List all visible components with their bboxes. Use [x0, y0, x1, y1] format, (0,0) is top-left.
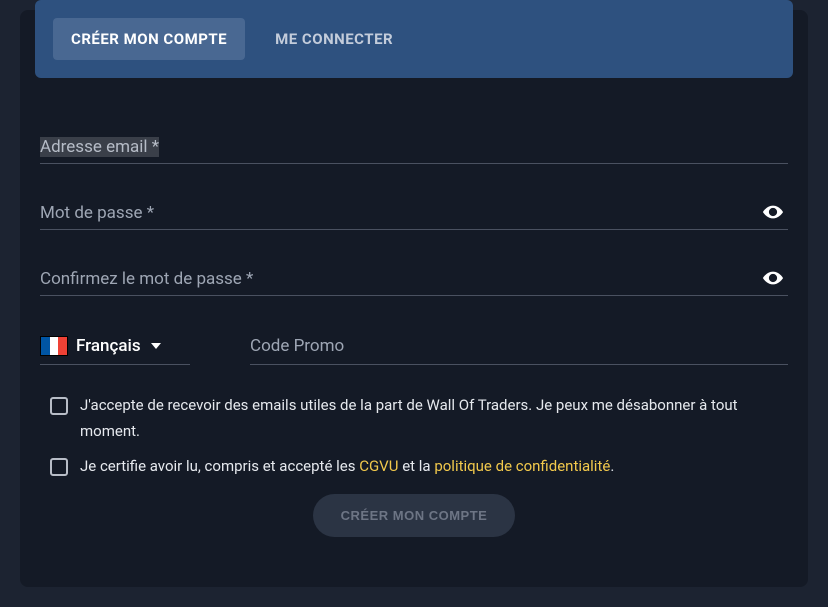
language-select[interactable]: Français	[40, 336, 190, 365]
auth-tabbar: CRÉER MON COMPTE ME CONNECTER	[35, 0, 793, 78]
create-account-button[interactable]: CRÉER MON COMPTE	[313, 494, 516, 537]
terms-mid: et la	[398, 457, 434, 475]
newsletter-checkbox[interactable]	[50, 397, 68, 415]
consent-section: J'accepte de recevoir des emails utiles …	[40, 393, 788, 480]
privacy-link[interactable]: politique de confidentialité	[434, 457, 610, 475]
confirm-password-label: Confirmez le mot de passe *	[40, 269, 253, 289]
confirm-password-field[interactable]: Confirmez le mot de passe *	[40, 264, 788, 296]
terms-checkbox[interactable]	[50, 458, 68, 476]
terms-row: Je certifie avoir lu, compris et accepté…	[50, 454, 778, 480]
promo-placeholder: Code Promo	[250, 336, 344, 356]
toggle-confirm-visibility-icon[interactable]	[762, 267, 784, 289]
newsletter-text: J'accepte de recevoir des emails utiles …	[80, 393, 778, 444]
terms-prefix: Je certifie avoir lu, compris et accepté…	[80, 457, 359, 475]
language-label: Français	[76, 336, 141, 356]
tab-create-account[interactable]: CRÉER MON COMPTE	[53, 18, 245, 60]
email-field[interactable]: Adresse email *	[40, 132, 788, 164]
signup-form: Adresse email * Mot de passe * Confirmez…	[20, 88, 808, 537]
promo-code-field[interactable]: Code Promo	[250, 336, 788, 365]
cgvu-link[interactable]: CGVU	[359, 457, 398, 475]
submit-row: CRÉER MON COMPTE	[40, 494, 788, 537]
flag-france-icon	[40, 336, 68, 356]
terms-text: Je certifie avoir lu, compris et accepté…	[80, 454, 778, 480]
password-label: Mot de passe *	[40, 203, 154, 223]
terms-suffix: .	[610, 457, 614, 475]
newsletter-row: J'accepte de recevoir des emails utiles …	[50, 393, 778, 444]
toggle-password-visibility-icon[interactable]	[762, 201, 784, 223]
password-field[interactable]: Mot de passe *	[40, 198, 788, 230]
email-label: Adresse email *	[40, 137, 159, 157]
lang-promo-row: Français Code Promo	[40, 336, 788, 365]
tab-login[interactable]: ME CONNECTER	[257, 18, 411, 60]
chevron-down-icon	[151, 343, 161, 349]
signup-card: CRÉER MON COMPTE ME CONNECTER Adresse em…	[20, 10, 808, 587]
